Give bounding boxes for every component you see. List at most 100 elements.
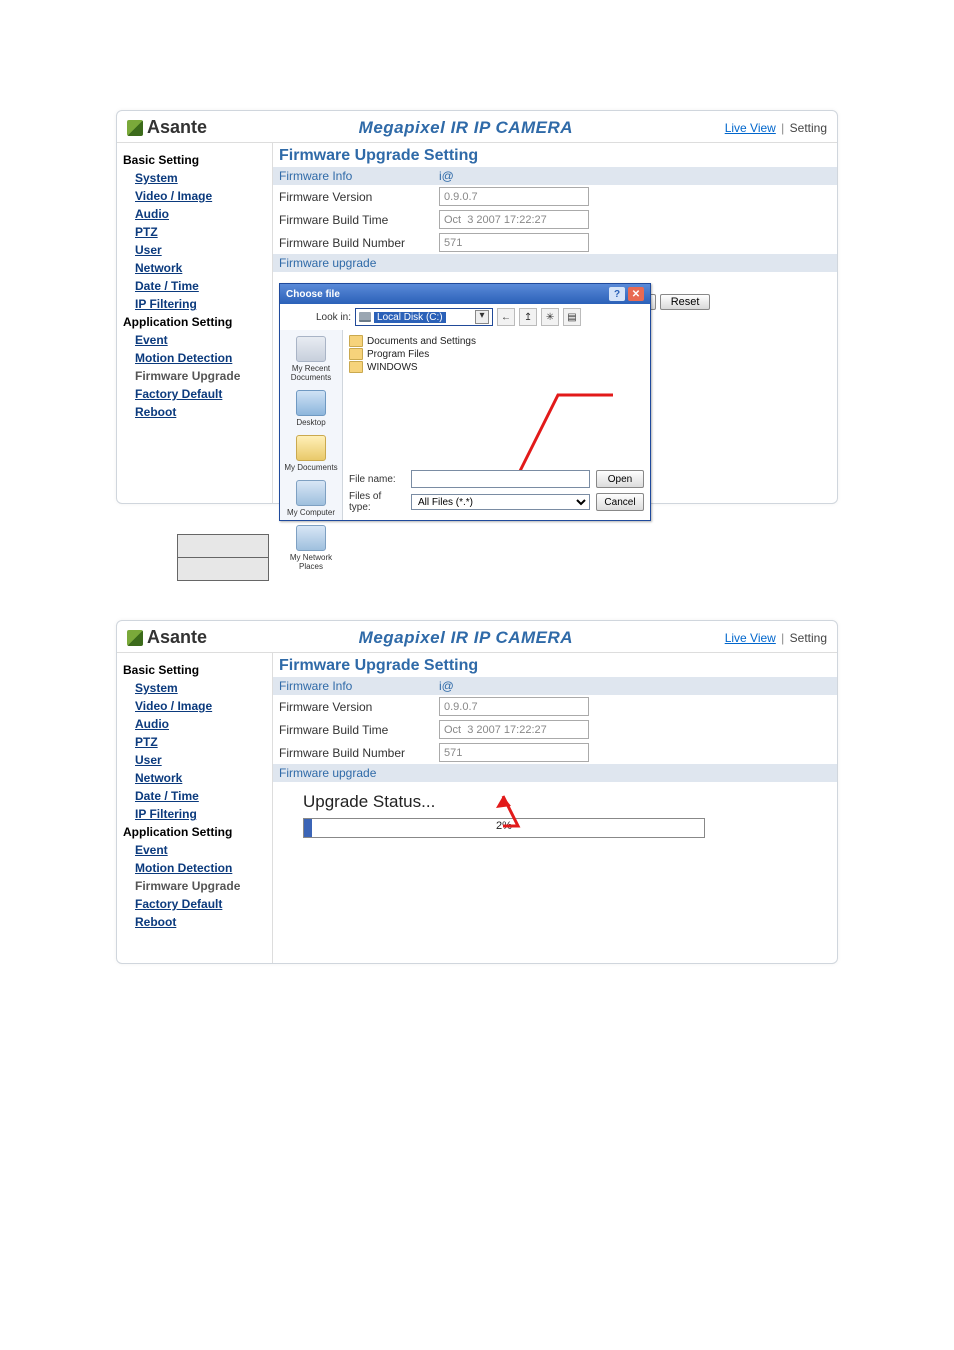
open-button[interactable]: Open [596,470,644,488]
place-desktop[interactable]: Desktop [280,390,342,427]
mycomp-icon [296,480,326,506]
cancel-button[interactable]: Cancel [596,493,644,511]
nav-back-icon[interactable]: ← [497,308,515,326]
filename-input[interactable] [411,470,590,488]
page-title: Megapixel IR IP CAMERA [207,628,725,648]
nav-system[interactable]: System [135,681,268,695]
mydocs-icon [296,435,326,461]
nav-user[interactable]: User [135,753,268,767]
stray-box [177,557,269,581]
nav-factory-default[interactable]: Factory Default [135,897,268,911]
nav-ip-filtering[interactable]: IP Filtering [135,297,268,311]
place-mycomp[interactable]: My Computer [280,480,342,517]
filetype-select[interactable]: All Files (*.*) [411,494,590,510]
sidebar: Basic Setting System Video / Image Audio… [117,653,272,963]
filetype-label: Files of type: [349,491,405,513]
nav-network[interactable]: Network [135,771,268,785]
nav-video-image[interactable]: Video / Image [135,699,268,713]
section-basic-title: Basic Setting [123,663,268,677]
folder-item[interactable]: Documents and Settings [349,335,644,347]
setting-link[interactable]: Setting [790,631,827,645]
folder-icon [349,335,363,347]
brand-logo-icon [127,120,143,136]
place-mynet[interactable]: My Network Places [280,525,342,571]
desktop-icon [296,390,326,416]
firmware-upgrade-bar: Firmware upgrade [273,254,837,272]
nav-system[interactable]: System [135,171,268,185]
section-application-title: Application Setting [123,315,268,329]
nav-factory-default[interactable]: Factory Default [135,387,268,401]
firmware-upgrade-bar: Firmware upgrade [273,764,837,782]
nav-reboot[interactable]: Reboot [135,915,268,929]
nav-firmware-upgrade[interactable]: Firmware Upgrade [135,369,268,383]
section-application-title: Application Setting [123,825,268,839]
live-view-link[interactable]: Live View [725,631,776,645]
info-bar-value: i@ [439,679,454,693]
folder-item[interactable]: Program Files [349,348,644,360]
info-bar-value: i@ [439,169,454,183]
dialog-titlebar: Choose file ? ✕ [280,284,650,304]
brand-logo-icon [127,630,143,646]
nav-views-icon[interactable]: ▤ [563,308,581,326]
version-value [439,187,589,206]
nav-motion-detection[interactable]: Motion Detection [135,861,268,875]
main-title: Firmware Upgrade Setting [273,653,837,677]
nav-newfolder-icon[interactable]: ✳ [541,308,559,326]
dialog-help-button[interactable]: ? [609,287,625,301]
reset-button[interactable]: Reset [660,294,711,310]
nav-ptz[interactable]: PTZ [135,225,268,239]
nav-reboot[interactable]: Reboot [135,405,268,419]
version-label: Firmware Version [279,190,439,204]
main-title: Firmware Upgrade Setting [273,143,837,167]
nav-video-image[interactable]: Video / Image [135,189,268,203]
stray-box [177,534,269,558]
info-bar-label: Firmware Info [279,679,439,693]
dialog-close-button[interactable]: ✕ [628,287,644,301]
top-links: Live View | Setting [725,631,827,645]
top-links: Live View | Setting [725,121,827,135]
nav-audio[interactable]: Audio [135,207,268,221]
buildtime-value [439,720,589,739]
buildtime-label: Firmware Build Time [279,213,439,227]
nav-event[interactable]: Event [135,333,268,347]
buildnum-value [439,743,589,762]
section-basic-title: Basic Setting [123,153,268,167]
nav-network[interactable]: Network [135,261,268,275]
lookin-label: Look in: [316,312,351,323]
progress-text: 2% [304,820,704,832]
panel-header: Asante Megapixel IR IP CAMERA Live View … [117,111,837,143]
buildnum-label: Firmware Build Number [279,236,439,250]
nav-firmware-upgrade[interactable]: Firmware Upgrade [135,879,268,893]
panel-header: Asante Megapixel IR IP CAMERA Live View … [117,621,837,653]
firmware-info-bar: Firmware Info i@ [273,677,837,695]
nav-date-time[interactable]: Date / Time [135,789,268,803]
firmware-info-bar: Firmware Info i@ [273,167,837,185]
nav-up-icon[interactable]: ↥ [519,308,537,326]
folder-item[interactable]: WINDOWS [349,361,644,373]
upgrade-bar-label: Firmware upgrade [279,256,439,270]
nav-ptz[interactable]: PTZ [135,735,268,749]
nav-event[interactable]: Event [135,843,268,857]
mynet-icon [296,525,326,551]
brand-name: Asante [147,117,207,138]
buildtime-value [439,210,589,229]
lookin-value: Local Disk (C:) [374,312,446,323]
chevron-down-icon: ▾ [475,310,489,324]
brand-logo: Asante [127,627,207,648]
lookin-dropdown[interactable]: Local Disk (C:) ▾ [355,308,493,326]
brand-name: Asante [147,627,207,648]
setting-link[interactable]: Setting [790,121,827,135]
nav-date-time[interactable]: Date / Time [135,279,268,293]
nav-audio[interactable]: Audio [135,717,268,731]
nav-user[interactable]: User [135,243,268,257]
version-value [439,697,589,716]
live-view-link[interactable]: Live View [725,121,776,135]
sidebar: Basic Setting System Video / Image Audio… [117,143,272,503]
nav-motion-detection[interactable]: Motion Detection [135,351,268,365]
file-list-pane: Documents and Settings Program Files WIN… [343,330,650,520]
buildnum-value [439,233,589,252]
place-recent[interactable]: My Recent Documents [280,336,342,382]
place-mydocs[interactable]: My Documents [280,435,342,472]
nav-ip-filtering[interactable]: IP Filtering [135,807,268,821]
page-title: Megapixel IR IP CAMERA [207,118,725,138]
